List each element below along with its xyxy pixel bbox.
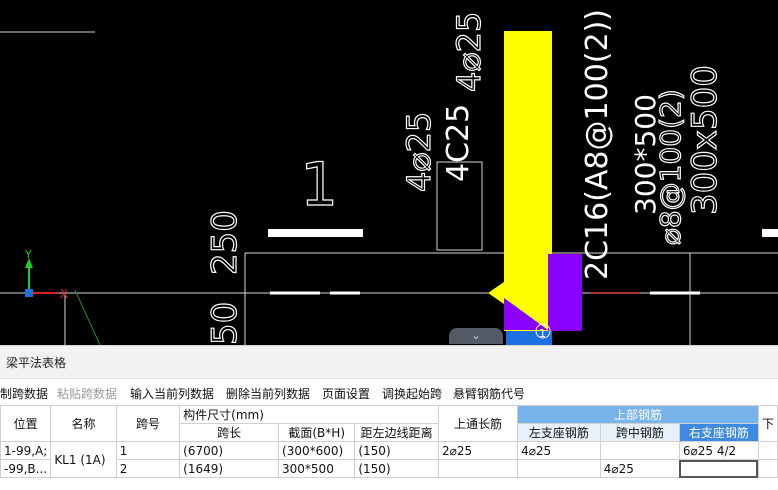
cad-text: 4C25 xyxy=(441,104,476,182)
cell-extra[interactable] xyxy=(757,459,778,478)
cell-span-length[interactable]: (6700) xyxy=(179,441,280,460)
cell-mid-span[interactable]: 4⌀25 xyxy=(599,459,680,478)
col-header-section[interactable]: 截面(B*H) xyxy=(278,423,356,442)
page-setup-button[interactable]: 页面设置 xyxy=(322,385,370,402)
cantilever-code-button[interactable]: 悬臂钢筋代号 xyxy=(453,385,525,402)
span-marker-label: 1 xyxy=(539,327,546,340)
cell-mid-span[interactable] xyxy=(599,441,680,460)
col-header-span-length[interactable]: 跨长 xyxy=(179,423,280,442)
swap-start-span-button[interactable]: 调换起始跨 xyxy=(382,385,442,402)
copy-span-button[interactable]: 制跨数据 xyxy=(0,385,48,402)
panel-title: 梁平法表格 xyxy=(0,345,778,379)
cad-text: 4⌀25 xyxy=(400,112,438,192)
table-row[interactable]: -99,B... 2 (1649) 300*500 (150) 4⌀25 xyxy=(0,459,778,478)
cad-text: 4⌀25 xyxy=(450,12,488,92)
cell-position[interactable]: -99,B... xyxy=(0,459,52,478)
col-header-right-support[interactable]: 右支座钢筋 xyxy=(678,423,759,442)
collapse-panel-button[interactable]: ⌄ xyxy=(449,328,503,344)
col-header-extra[interactable]: 下 xyxy=(757,405,778,442)
col-header-top-through[interactable]: 上通长筋 xyxy=(437,405,519,442)
cell-left-support[interactable]: 4⌀25 xyxy=(517,441,601,460)
delete-column-button[interactable]: 删除当前列数据 xyxy=(226,385,310,402)
cell-left-support[interactable] xyxy=(517,459,601,478)
cell-extra[interactable] xyxy=(757,441,778,460)
beam-table-panel: 梁平法表格 制跨数据 粘贴跨数据 输入当前列数据 删除当前列数据 页面设置 调换… xyxy=(0,345,778,490)
cell-top-through[interactable]: 2⌀25 xyxy=(437,441,519,460)
table-row[interactable]: 1-99,A; KL1 (1A) 1 (6700) (300*600) (150… xyxy=(0,441,778,478)
cad-thick-bar xyxy=(762,229,778,237)
col-header-span-no[interactable]: 跨号 xyxy=(115,405,181,442)
cad-text: 50 xyxy=(205,302,245,345)
col-header-name[interactable]: 名称 xyxy=(50,405,117,442)
cad-text: 2C16(A8@100(2)) xyxy=(580,9,615,280)
col-header-top-rebar[interactable]: 上部钢筋 xyxy=(517,405,759,424)
cell-position[interactable]: 1-99,A; xyxy=(0,441,52,460)
beam-arrow xyxy=(488,282,504,304)
table-toolbar: 制跨数据 粘贴跨数据 输入当前列数据 删除当前列数据 页面设置 调换起始跨 悬臂… xyxy=(0,379,778,405)
beam-table: 位置 名称 跨号 构件尺寸(mm) 上通长筋 上部钢筋 下 跨长 截面(B*H)… xyxy=(0,405,778,478)
cell-name[interactable]: KL1 (1A) xyxy=(50,441,117,478)
cell-span-no[interactable]: 2 xyxy=(115,459,181,478)
cell-offset[interactable]: (150) xyxy=(354,441,439,460)
cell-offset[interactable]: (150) xyxy=(354,459,439,478)
cell-section[interactable]: 300*500 xyxy=(278,459,356,478)
col-header-left-support[interactable]: 左支座钢筋 xyxy=(517,423,601,442)
selected-beam-yellow[interactable] xyxy=(504,31,552,331)
col-header-dims[interactable]: 构件尺寸(mm) xyxy=(179,405,439,424)
cad-text: 300x500 xyxy=(685,65,725,215)
cell-span-length[interactable]: (1649) xyxy=(179,459,280,478)
paste-span-button[interactable]: 粘贴跨数据 xyxy=(57,385,117,402)
input-column-button[interactable]: 输入当前列数据 xyxy=(130,385,214,402)
beam-violet-block[interactable] xyxy=(548,254,582,331)
cell-right-support-editing[interactable] xyxy=(678,459,759,478)
chevron-down-icon: ⌄ xyxy=(471,329,481,342)
cad-thick-bar xyxy=(268,229,363,237)
col-header-offset[interactable]: 距左边线距离 xyxy=(354,423,439,442)
cad-text: 1 xyxy=(300,150,338,220)
cad-drawing-canvas[interactable]: 1 4⌀25 4⌀25 4C25 1 250 50 2C16(A8@100(2)… xyxy=(0,0,778,345)
ucs-origin xyxy=(25,289,33,297)
col-header-position[interactable]: 位置 xyxy=(0,405,52,442)
cell-span-no[interactable]: 1 xyxy=(115,441,181,460)
cell-top-through[interactable] xyxy=(437,459,519,478)
cad-text: ⌀8@100(2) xyxy=(654,89,687,245)
cell-right-support[interactable]: 6⌀25 4/2 xyxy=(678,441,759,460)
cell-section[interactable]: (300*600) xyxy=(278,441,356,460)
ucs-y-label: Y xyxy=(24,248,32,261)
cad-line xyxy=(74,289,101,345)
ucs-x-label: X xyxy=(60,287,68,301)
col-header-mid-span[interactable]: 跨中钢筋 xyxy=(599,423,680,442)
cad-text: 250 xyxy=(205,210,245,275)
